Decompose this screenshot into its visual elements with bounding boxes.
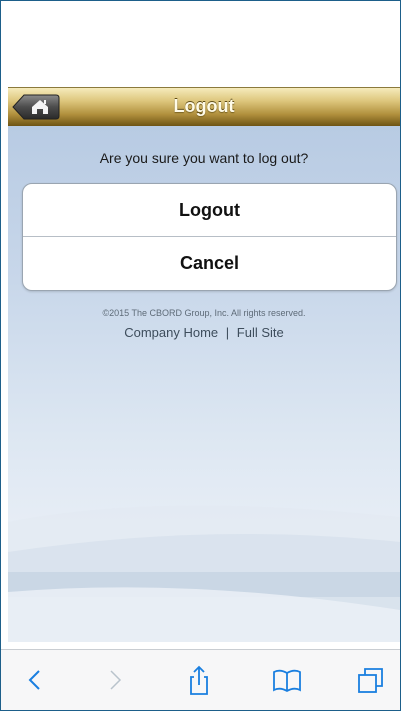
back-icon (28, 670, 40, 690)
share-button[interactable] (183, 664, 215, 696)
company-home-link[interactable]: Company Home (124, 325, 218, 340)
forward-icon (110, 670, 122, 690)
background-waves (8, 505, 400, 642)
cancel-button[interactable]: Cancel (23, 237, 396, 289)
top-blank-area (1, 1, 400, 87)
page-title: Logout (173, 96, 235, 116)
header-bar: Logout (8, 87, 400, 126)
copyright-text: ©2015 The CBORD Group, Inc. All rights r… (102, 308, 306, 318)
logout-button[interactable]: Logout (23, 184, 396, 236)
back-button[interactable] (19, 664, 51, 696)
tabs-icon (358, 668, 383, 693)
bookmarks-icon (273, 669, 301, 693)
browser-toolbar (1, 649, 400, 710)
button-group: Logout Cancel (22, 183, 397, 291)
browser-frame: Logout Are you sure you want to log out?… (0, 0, 401, 711)
footer-links: Company Home | Full Site (8, 325, 400, 340)
forward-button[interactable] (99, 664, 131, 696)
main-content: Are you sure you want to log out? Logout… (8, 126, 400, 642)
tabs-button[interactable] (355, 664, 387, 696)
logout-question: Are you sure you want to log out? (99, 150, 309, 166)
share-icon (190, 665, 208, 695)
link-separator: | (225, 325, 230, 340)
full-site-link[interactable]: Full Site (237, 325, 284, 340)
bookmarks-button[interactable] (271, 664, 303, 696)
